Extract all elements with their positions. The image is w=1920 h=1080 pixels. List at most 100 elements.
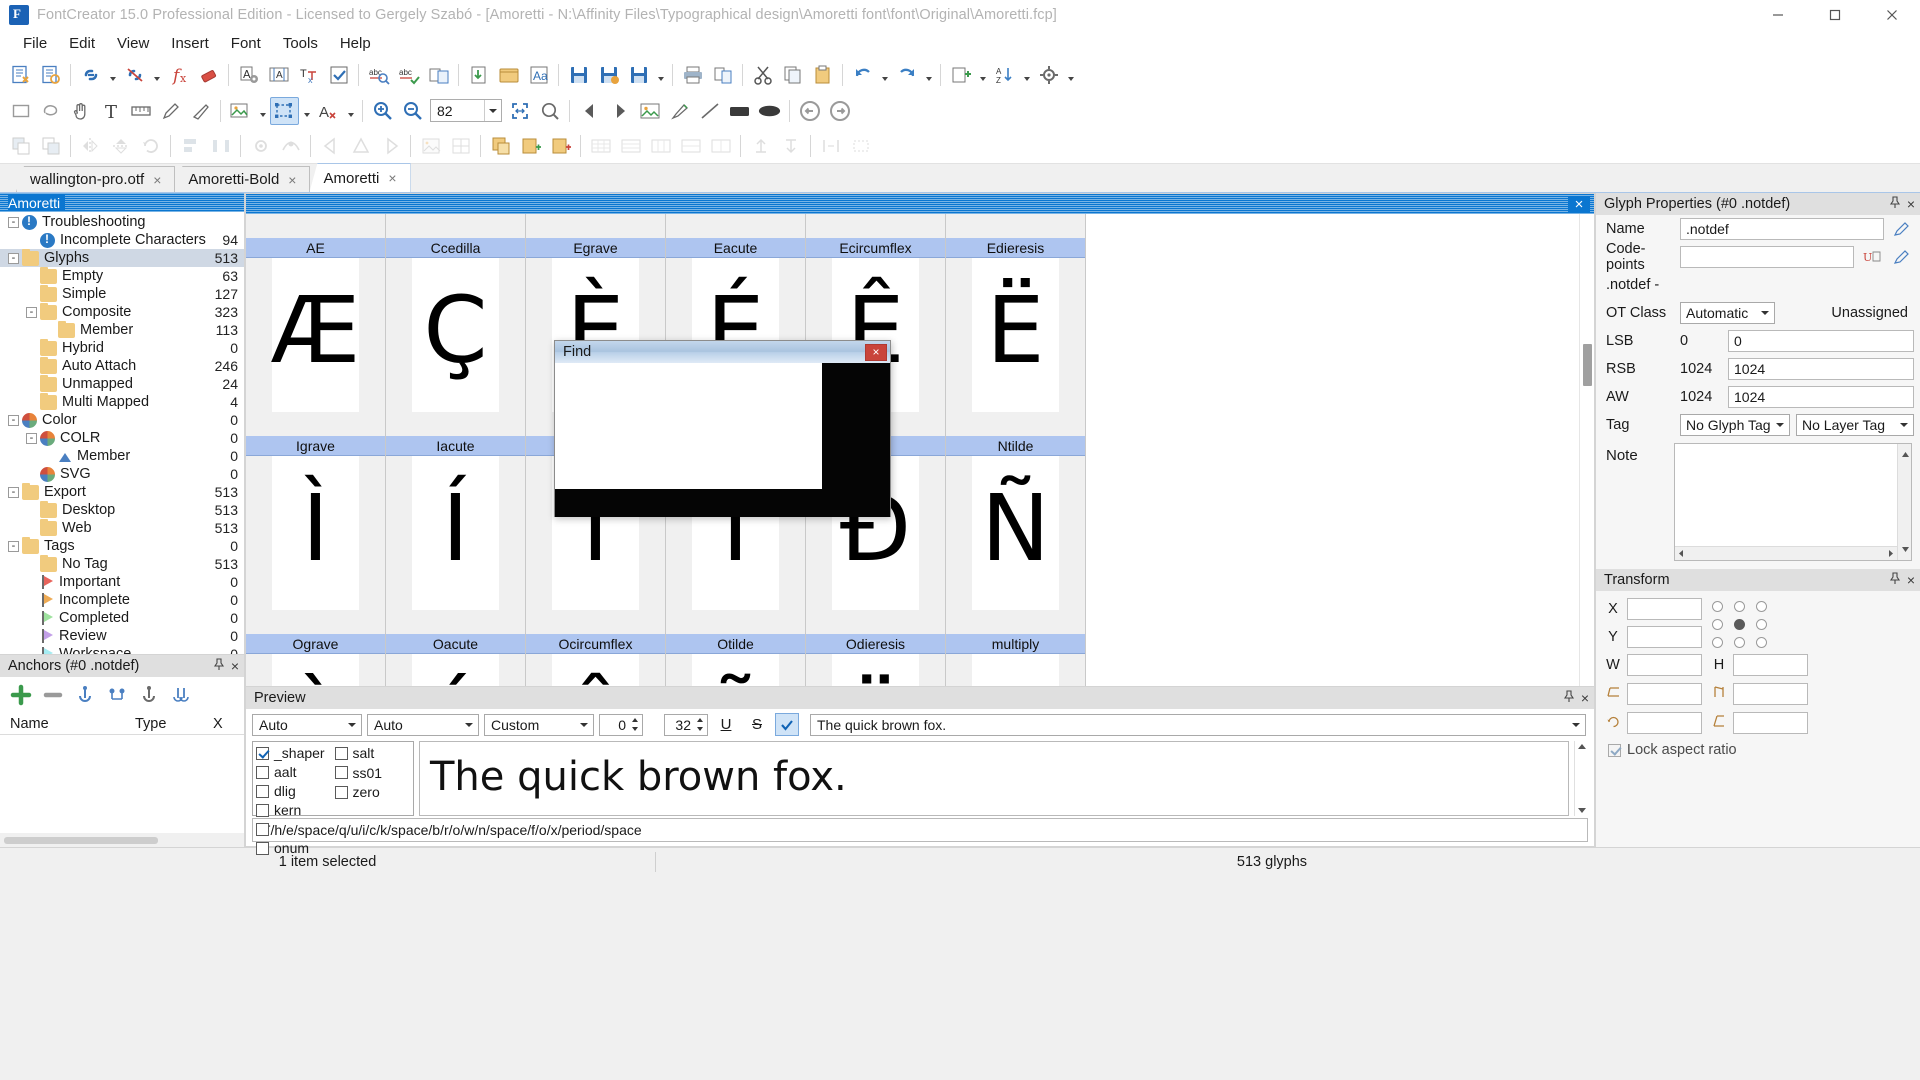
font-overview-tree[interactable]: -TroubleshootingIncomplete Characters94-… <box>0 212 244 654</box>
stepper-up-icon[interactable] <box>693 716 706 725</box>
lock-aspect-ratio-row[interactable]: Lock aspect ratio <box>1596 734 1920 758</box>
zoom-out-icon[interactable] <box>398 97 427 125</box>
glyph-cell[interactable]: Ë <box>946 258 1086 412</box>
glyph-name-cell[interactable]: Eacute <box>666 238 806 258</box>
function-icon[interactable]: fx <box>164 61 193 89</box>
select-shape-dropdown-icon[interactable] <box>300 97 313 125</box>
close-icon[interactable]: × <box>1907 572 1915 588</box>
feature-row[interactable]: salt <box>335 745 414 762</box>
zoom-in-icon[interactable] <box>368 97 397 125</box>
text-style-icon[interactable]: A <box>314 97 343 125</box>
menu-insert[interactable]: Insert <box>160 32 220 55</box>
distribute-icon[interactable] <box>206 132 235 160</box>
glyph-cell[interactable]: Ö <box>806 654 946 686</box>
resize-grip-icon[interactable] <box>1906 855 1920 869</box>
align-left-shape-icon[interactable] <box>575 97 604 125</box>
feature-checkbox[interactable] <box>256 747 269 760</box>
tree-item-color[interactable]: -Color0 <box>0 411 244 429</box>
anchor-middle-center[interactable] <box>1734 619 1745 630</box>
find-dialog[interactable]: Find × <box>554 340 891 517</box>
menu-view[interactable]: View <box>106 32 160 55</box>
kerning-pair-icon[interactable] <box>816 132 845 160</box>
glyph-name-cell[interactable]: Otilde <box>666 634 806 654</box>
glyph-name-cell[interactable]: Iacute <box>386 436 526 456</box>
tree-expander-icon[interactable]: - <box>8 217 19 228</box>
tree-item-simple[interactable]: Simple127 <box>0 285 244 303</box>
feature-checkbox[interactable] <box>256 804 269 817</box>
maximize-icon[interactable] <box>1806 0 1863 30</box>
script-select[interactable]: Auto <box>252 714 362 736</box>
triangle-icon[interactable] <box>346 132 375 160</box>
insert-glyph-icon[interactable] <box>946 61 975 89</box>
tree-item-no-tag[interactable]: No Tag513 <box>0 555 244 573</box>
feature-row[interactable]: zero <box>335 784 414 801</box>
undo-dropdown-icon[interactable] <box>878 61 891 89</box>
anchor-top-center[interactable] <box>1734 601 1745 612</box>
flip-horizontal-icon[interactable] <box>76 132 105 160</box>
chevron-down-icon[interactable] <box>344 715 360 735</box>
font-preview-icon[interactable]: Aa <box>524 61 553 89</box>
glyph-cell[interactable]: Ñ <box>946 456 1086 610</box>
save-all-icon[interactable] <box>624 61 653 89</box>
text-style-dropdown-icon[interactable] <box>344 97 357 125</box>
send-back-icon[interactable] <box>36 132 65 160</box>
anchor-right-icon[interactable] <box>776 132 805 160</box>
tree-item-completed[interactable]: Completed0 <box>0 609 244 627</box>
stepper-down-icon[interactable] <box>628 725 641 734</box>
paste-icon[interactable] <box>808 61 837 89</box>
edit-codepoints-icon[interactable] <box>1890 246 1914 268</box>
tree-item-empty[interactable]: Empty63 <box>0 267 244 285</box>
image-grid-icon[interactable] <box>446 132 475 160</box>
zoom-selection-icon[interactable] <box>535 97 564 125</box>
tree-expander-icon[interactable]: - <box>8 487 19 498</box>
cut-icon[interactable] <box>748 61 777 89</box>
redo-dropdown-icon[interactable] <box>922 61 935 89</box>
paste-layer-icon[interactable] <box>516 132 545 160</box>
scroll-right-icon[interactable] <box>1886 545 1895 562</box>
flip-right-icon[interactable] <box>376 132 405 160</box>
feature-checkbox[interactable] <box>256 785 269 798</box>
anchor-detach-icon[interactable] <box>135 682 163 709</box>
link-dropdown-icon[interactable] <box>106 61 119 89</box>
align-objects-icon[interactable] <box>176 132 205 160</box>
brush-icon[interactable] <box>665 97 694 125</box>
tree-item-review[interactable]: Review0 <box>0 627 244 645</box>
tree-item-svg[interactable]: SVG0 <box>0 465 244 483</box>
close-icon[interactable]: × <box>1907 196 1915 212</box>
chevron-down-icon[interactable] <box>484 100 501 121</box>
glyph-canvas[interactable]: × <box>946 654 1085 686</box>
feature-checkbox[interactable] <box>335 766 348 779</box>
link-icon[interactable] <box>76 61 105 89</box>
transform-skew-v-input[interactable] <box>1733 683 1808 705</box>
size-stepper[interactable]: 32 <box>664 714 708 736</box>
save-dropdown-icon[interactable] <box>654 61 667 89</box>
glyph-settings-icon[interactable]: A <box>234 61 263 89</box>
glyph-name-cell[interactable]: multiply <box>946 634 1086 654</box>
aw-input[interactable]: 1024 <box>1728 386 1914 408</box>
feature-checkbox[interactable] <box>256 766 269 779</box>
anchors-horizontal-scrollbar[interactable] <box>0 833 244 847</box>
glyph-cell[interactable]: Ç <box>386 258 526 412</box>
glyph-cell[interactable]: Ô <box>526 654 666 686</box>
tree-expander-icon[interactable]: - <box>8 541 19 552</box>
tree-expander-icon[interactable]: - <box>26 307 37 318</box>
table-3-icon[interactable] <box>646 132 675 160</box>
rsb-input[interactable]: 1024 <box>1728 358 1914 380</box>
glyph-grid-vertical-scrollbar[interactable] <box>1579 214 1594 686</box>
find-dialog-titlebar[interactable]: Find × <box>555 341 890 363</box>
glyph-name-cell[interactable]: Ntilde <box>946 436 1086 456</box>
print-icon[interactable] <box>678 61 707 89</box>
glyph-tag-select[interactable]: No Glyph Tag <box>1680 414 1790 436</box>
doc-tab-amoretti-bold[interactable]: Amoretti-Bold × <box>174 166 310 192</box>
tree-item-important[interactable]: Important0 <box>0 573 244 591</box>
feature-row[interactable]: ss01 <box>335 765 414 782</box>
layer-tag-select[interactable]: No Layer Tag <box>1796 414 1914 436</box>
glyph-name-cell[interactable]: Odieresis <box>806 634 946 654</box>
measure-icon[interactable] <box>126 97 155 125</box>
close-icon[interactable]: × <box>153 172 161 188</box>
table-4-icon[interactable] <box>676 132 705 160</box>
scrollbar-thumb[interactable] <box>1583 344 1592 386</box>
feature-row[interactable]: onum <box>256 840 335 856</box>
glyph-name-cell[interactable]: Igrave <box>246 436 386 456</box>
anchor-middle-right[interactable] <box>1756 619 1767 630</box>
